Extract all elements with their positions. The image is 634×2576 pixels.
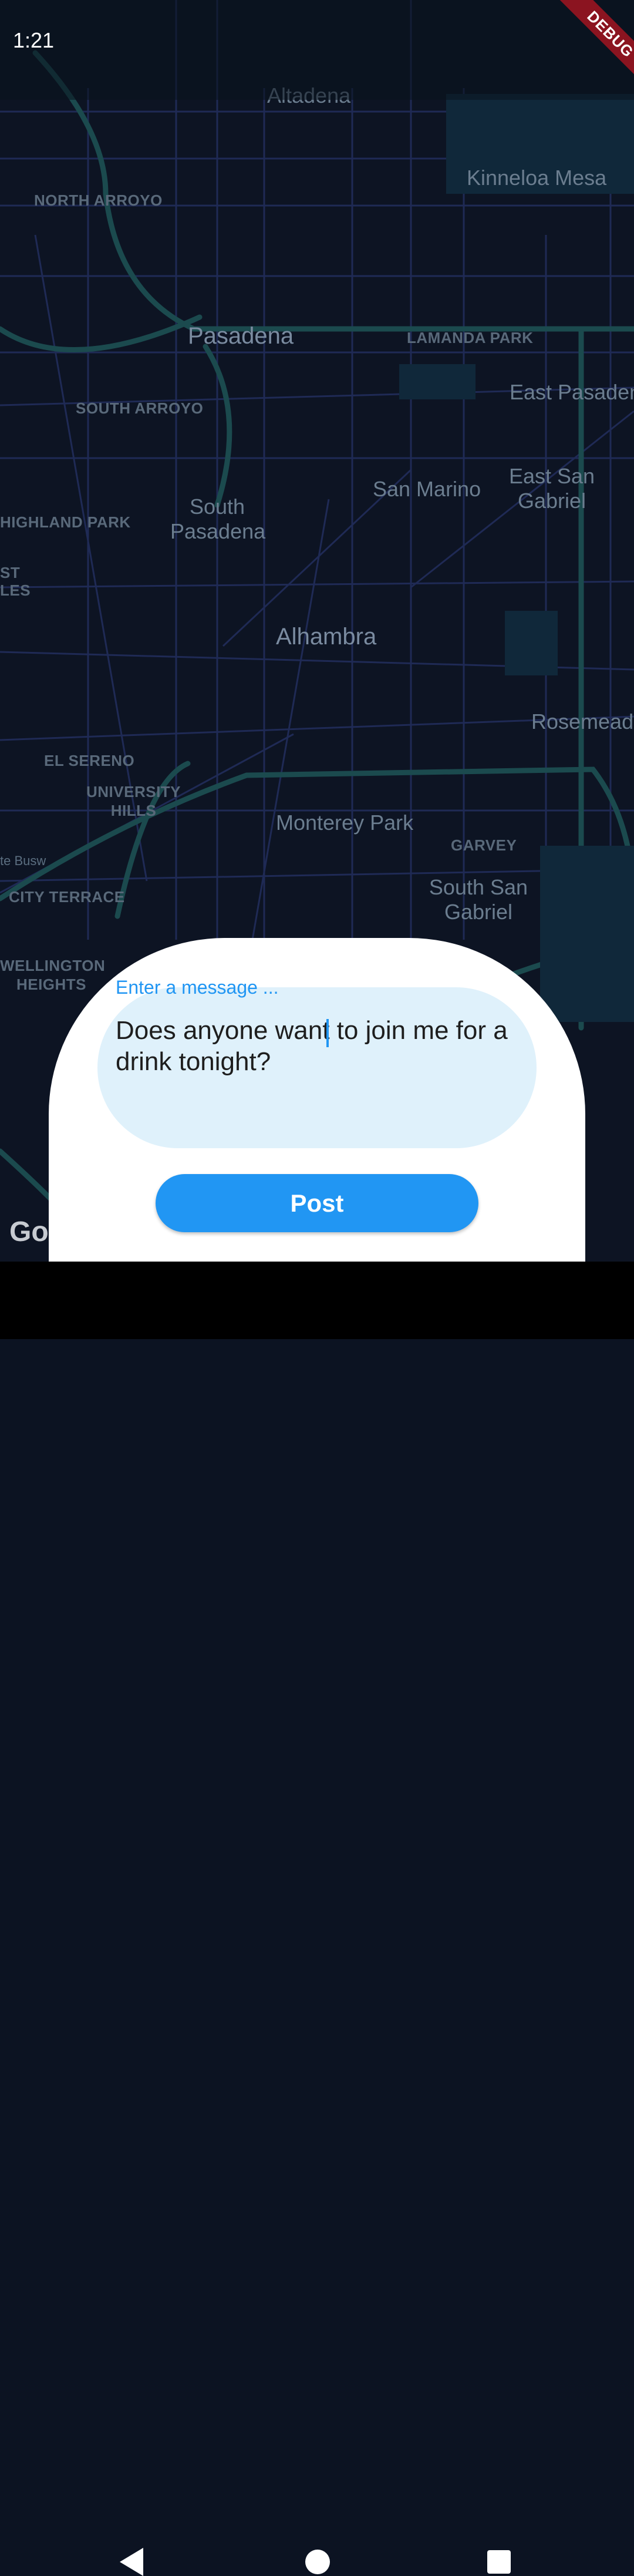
map-label-south-arroyo: SOUTH ARROYO	[76, 399, 204, 417]
map-label-pasadena: Pasadena	[188, 323, 294, 349]
map-label-garvey: GARVEY	[451, 836, 517, 854]
map-label-south-pasadena: South Pasadena	[170, 495, 266, 543]
post-button[interactable]: Post	[156, 1174, 478, 1232]
text-cursor	[326, 1019, 329, 1047]
map-label-city-terrace: CITY TERRACE	[9, 888, 125, 906]
debug-banner: DEBUG	[528, 0, 634, 106]
recents-icon[interactable]	[487, 2550, 511, 2574]
back-icon[interactable]	[120, 2548, 143, 2576]
google-logo: Go	[9, 1216, 49, 1247]
map-label-busway: te Busw	[0, 853, 46, 868]
map-label-east-san-gabriel: East San Gabriel	[508, 464, 595, 513]
map-label-east-pasadena: East Pasaden	[510, 380, 634, 404]
map-label-east-la: ST LES	[0, 564, 31, 599]
home-icon[interactable]	[305, 2550, 330, 2574]
message-input-label: Enter a message ...	[116, 977, 279, 998]
system-nav-bar	[0, 1262, 634, 2576]
map-label-lamanda-park: LAMANDA PARK	[407, 329, 534, 347]
map-label-highland-park: HIGHLAND PARK	[0, 513, 131, 531]
map-label-wellington-heights: WELLINGTON HEIGHTS	[0, 957, 106, 993]
map-label-university-hills: UNIVERSITY HILLS	[86, 783, 181, 819]
status-time: 1:21	[13, 28, 55, 52]
map-label-alhambra: Alhambra	[276, 624, 377, 650]
debug-banner-label: DEBUG	[552, 0, 634, 92]
map-label-north-arroyo: NORTH ARROYO	[34, 191, 163, 209]
map-label-san-marino: San Marino	[373, 477, 481, 501]
map-label-el-sereno: EL SERENO	[44, 752, 135, 769]
map-label-monterey-park: Monterey Park	[276, 811, 414, 835]
message-input-value[interactable]: Does anyone want to join me for a drink …	[116, 1015, 515, 1077]
map-label-rosemead: Rosemead	[531, 709, 634, 734]
map-label-kinneloa-mesa: Kinneloa Mesa	[467, 166, 607, 190]
map-label-south-san-gabriel: South San Gabriel	[429, 875, 528, 924]
